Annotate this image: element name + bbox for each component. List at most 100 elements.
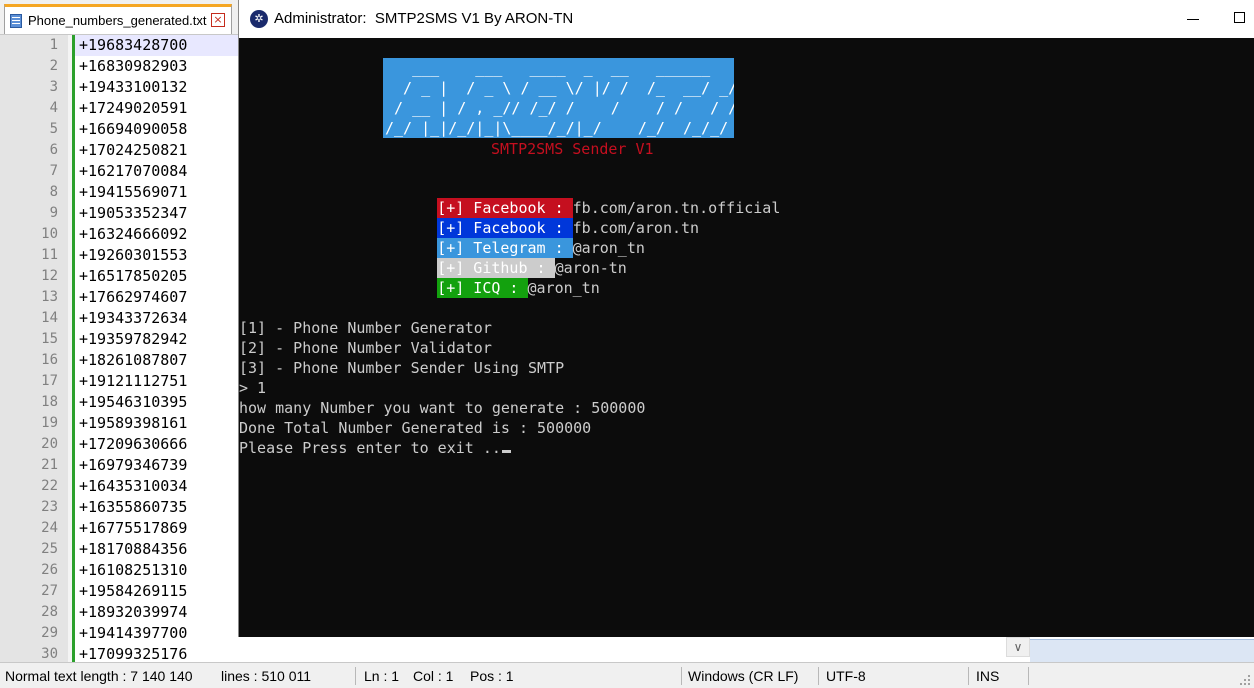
phone-number-line: +18261087807 <box>79 351 188 369</box>
line-number: 9 <box>49 205 58 221</box>
ascii-art-banner: ___ ___ ____ _ __ ______ __ / _ | / _ \ … <box>383 58 734 138</box>
generation-result: Done Total Number Generated is : 500000 <box>239 419 592 437</box>
scroll-down-arrow-icon[interactable]: ∨ <box>1006 637 1030 657</box>
line-number: 25 <box>41 541 58 557</box>
tab-label: Phone_numbers_generated.txt <box>28 13 207 28</box>
generate-count-question: how many Number you want to generate : 5… <box>239 399 646 417</box>
status-eol-format[interactable]: Windows (CR LF) <box>688 663 798 688</box>
line-number: 7 <box>49 163 58 179</box>
phone-number-line: +19359782942 <box>79 330 188 348</box>
exit-message-line: Please Press enter to exit .. <box>239 438 511 458</box>
tab-bar: Phone_numbers_generated.txt × <box>0 0 240 35</box>
line-number: 27 <box>41 583 58 599</box>
line-number: 18 <box>41 394 58 410</box>
phone-number-line: +16517850205 <box>79 267 188 285</box>
background-window-strip <box>1030 639 1254 663</box>
link-facebook: [+] Facebook : fb.com/aron.tn <box>383 198 699 238</box>
saved-file-icon <box>9 13 23 28</box>
status-line-count: lines : 510 011 <box>221 668 312 684</box>
text-cursor <box>501 450 511 453</box>
phone-number-line: +19683428700 <box>79 36 188 54</box>
phone-number-line: +19414397700 <box>79 624 188 642</box>
line-number: 21 <box>41 457 58 473</box>
maximize-icon[interactable] <box>1232 10 1248 26</box>
line-number: 11 <box>41 247 58 263</box>
line-number: 29 <box>41 625 58 641</box>
line-number: 20 <box>41 436 58 452</box>
link-telegram: [+] Telegram : @aron_tn <box>383 218 645 258</box>
status-text-length: Normal text length : 7 140 140 <box>5 668 193 684</box>
resize-grip-icon[interactable] <box>1240 675 1250 685</box>
phone-number-line: +17662974607 <box>79 288 188 306</box>
phone-number-line: +17099325176 <box>79 645 188 662</box>
line-number: 13 <box>41 289 58 305</box>
phone-number-line: +18170884356 <box>79 540 188 558</box>
line-number: 8 <box>49 184 58 200</box>
window-title: Administrator: SMTP2SMS V1 By ARON-TN <box>274 10 574 27</box>
phone-number-line: +19415569071 <box>79 183 188 201</box>
link-tag: [+] ICQ : <box>437 278 528 298</box>
status-encoding[interactable]: UTF-8 <box>826 663 866 688</box>
change-history-bar <box>72 35 75 662</box>
menu-option-sender: [3] - Phone Number Sender Using SMTP <box>239 359 565 377</box>
banner-line: / _ | / _ \ / __ \/ |/ / /_ __/ _/ / <box>385 79 734 97</box>
status-insert-mode[interactable]: INS <box>976 663 999 688</box>
close-tab-icon[interactable]: × <box>211 13 225 27</box>
phone-number-line: +16435310034 <box>79 477 188 495</box>
phone-number-line: +18932039974 <box>79 603 188 621</box>
phone-number-line: +17249020591 <box>79 99 188 117</box>
phone-number-line: +19260301553 <box>79 246 188 264</box>
phone-number-line: +19053352347 <box>79 204 188 222</box>
console-output[interactable]: ___ ___ ____ _ __ ______ __ / _ | / _ \ … <box>239 38 1254 637</box>
phone-number-line: +16830982903 <box>79 57 188 75</box>
phone-number-line: +19589398161 <box>79 414 188 432</box>
tab-phone-numbers-file[interactable]: Phone_numbers_generated.txt × <box>4 4 232 34</box>
line-number: 24 <box>41 520 58 536</box>
phone-number-line: +19433100132 <box>79 78 188 96</box>
line-number: 26 <box>41 562 58 578</box>
line-number: 4 <box>49 100 58 116</box>
phone-number-line: +16979346739 <box>79 456 188 474</box>
status-column: Col : 1 <box>413 668 454 684</box>
status-position: Pos : 1 <box>470 668 514 684</box>
phone-number-line: +19546310395 <box>79 393 188 411</box>
line-number: 6 <box>49 142 58 158</box>
banner-subtitle: SMTP2SMS Sender V1 <box>491 140 654 158</box>
phone-number-line: +19584269115 <box>79 582 188 600</box>
line-number: 15 <box>41 331 58 347</box>
app-icon: ✲ <box>250 10 268 28</box>
phone-number-line: +17024250821 <box>79 141 188 159</box>
line-number: 17 <box>41 373 58 389</box>
line-number: 30 <box>41 646 58 662</box>
console-window: ✲ Administrator: SMTP2SMS V1 By ARON-TN … <box>238 0 1254 637</box>
input-prompt: > 1 <box>239 379 267 397</box>
phone-number-line: +16775517869 <box>79 519 188 537</box>
line-number: 22 <box>41 478 58 494</box>
phone-number-line: +16324666092 <box>79 225 188 243</box>
line-number: 3 <box>49 79 58 95</box>
phone-number-line: +16694090058 <box>79 120 188 138</box>
phone-number-line: +19121112751 <box>79 372 188 390</box>
console-title-bar[interactable]: ✲ Administrator: SMTP2SMS V1 By ARON-TN <box>239 0 1254 38</box>
link-facebook-official: [+] Facebook : fb.com/aron.tn.official <box>383 178 780 218</box>
phone-number-line: +17209630666 <box>79 435 188 453</box>
exit-message: Please Press enter to exit .. <box>239 439 501 457</box>
link-value: @aron_tn <box>527 279 600 297</box>
line-number: 10 <box>41 226 58 242</box>
link-github: [+] Github : @aron-tn <box>383 238 627 278</box>
line-number: 2 <box>49 58 58 74</box>
line-number: 5 <box>49 121 58 137</box>
banner-line: /_/ |_|/_/|_|\____/_/|_/ /_/ /_/_/ <box>385 119 729 137</box>
banner-line: / __ | / , _// /_/ / / / / / / <box>385 99 734 117</box>
line-number: 16 <box>41 352 58 368</box>
phone-number-line: +19343372634 <box>79 309 188 327</box>
line-number: 28 <box>41 604 58 620</box>
link-icq: [+] ICQ : @aron_tn <box>383 258 600 298</box>
line-number: 14 <box>41 310 58 326</box>
minimize-icon[interactable] <box>1185 10 1201 26</box>
status-bar: Normal text length : 7 140 140 lines : 5… <box>0 662 1254 688</box>
phone-number-line: +16217070084 <box>79 162 188 180</box>
line-number: 12 <box>41 268 58 284</box>
line-number: 19 <box>41 415 58 431</box>
line-number: 23 <box>41 499 58 515</box>
